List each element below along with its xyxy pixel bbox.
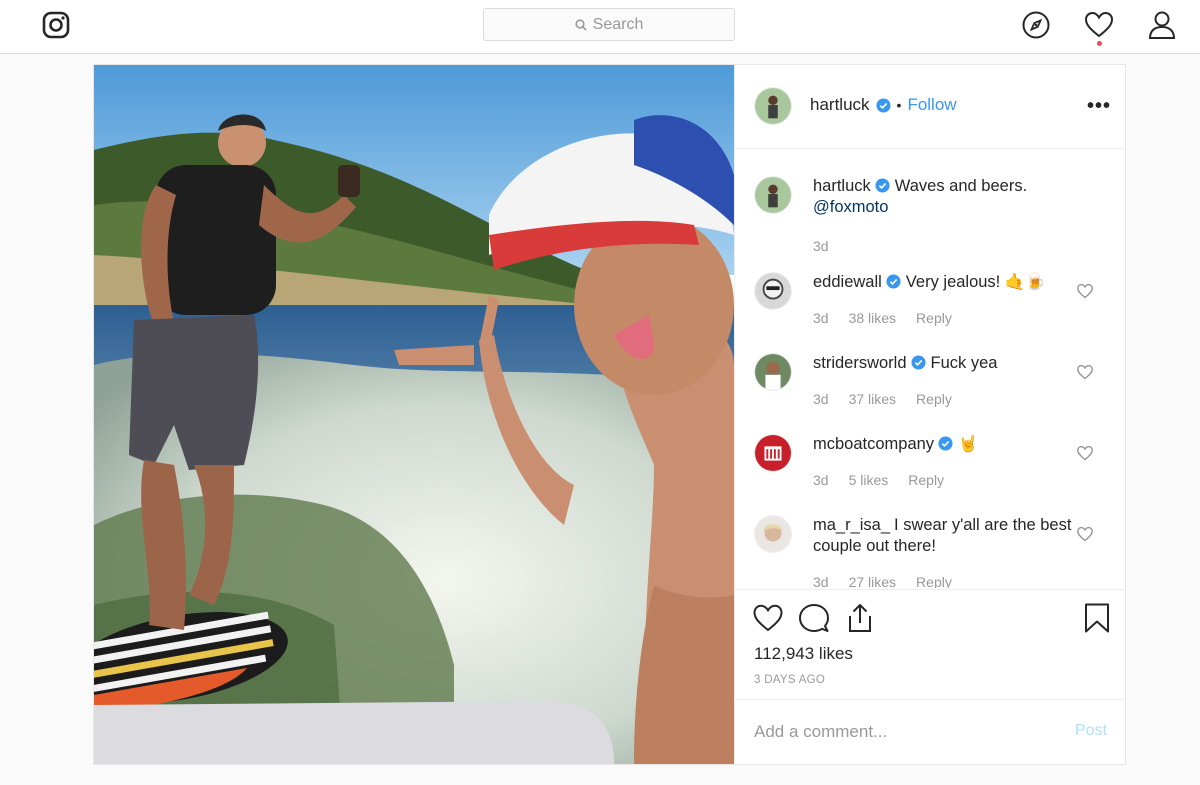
reply-button[interactable]: Reply [908, 472, 944, 488]
reply-button[interactable]: Reply [916, 574, 952, 588]
share-icon[interactable] [844, 602, 876, 634]
commenter-avatar[interactable] [754, 272, 792, 310]
top-navigation-bar: Search [0, 0, 1200, 54]
likes-count[interactable]: 112,943 likes [754, 644, 853, 664]
caption-text: hartluck Waves and beers. @foxmoto [813, 176, 1075, 218]
notification-dot [1097, 41, 1102, 46]
post-comment-button[interactable]: Post [1075, 722, 1107, 740]
comment-text: stridersworld Fuck yea [813, 353, 1075, 374]
follow-button[interactable]: Follow [907, 95, 956, 115]
like-comment-heart-icon[interactable] [1076, 444, 1094, 462]
comment-likes[interactable]: 27 likes [849, 574, 896, 588]
comment-time: 3d [813, 310, 829, 326]
verified-badge-icon [875, 178, 890, 193]
comment-body: 🤘 [958, 436, 978, 453]
separator-dot: • [896, 97, 902, 113]
comment-likes[interactable]: 38 likes [849, 310, 896, 326]
comment-username[interactable]: ma_r_isa_ [813, 516, 890, 534]
comment-likes[interactable]: 37 likes [849, 391, 896, 407]
reply-button[interactable]: Reply [916, 391, 952, 407]
comment-username[interactable]: mcboatcompany [813, 435, 934, 453]
post-header: hartluck • Follow ••• [735, 65, 1126, 149]
post-actions: 112,943 likes 3 DAYS AGO [735, 589, 1126, 699]
post-image [94, 65, 734, 764]
post-side-panel: hartluck • Follow ••• hartluck Waves and … [734, 65, 1126, 764]
author-avatar[interactable] [754, 87, 792, 125]
verified-badge-icon [911, 355, 926, 370]
author-line: hartluck • Follow [810, 95, 957, 115]
comment-time: 3d [813, 574, 829, 588]
comments-list[interactable]: hartluck Waves and beers. @foxmoto 3d edd… [735, 150, 1126, 588]
comment-meta: 3d 37 likes Reply [813, 391, 952, 407]
verified-badge-icon [938, 436, 953, 451]
comment-meta: 3d 27 likes Reply [813, 574, 952, 588]
commenter-avatar[interactable] [754, 515, 792, 553]
comment-meta: 3d 38 likes Reply [813, 310, 952, 326]
post-photo[interactable] [94, 65, 734, 764]
like-comment-heart-icon[interactable] [1076, 282, 1094, 300]
search-icon [575, 18, 587, 31]
verified-badge-icon [876, 97, 891, 113]
comment-time: 3d [813, 391, 829, 407]
verified-badge-icon [886, 274, 901, 289]
compass-icon[interactable] [1021, 10, 1051, 40]
caption-username[interactable]: hartluck [813, 177, 871, 195]
instagram-logo-icon[interactable] [42, 11, 70, 39]
comment-text: mcboatcompany 🤘 [813, 434, 1075, 455]
commenter-avatar[interactable] [754, 353, 792, 391]
add-comment-section: Post [735, 699, 1126, 764]
author-avatar[interactable] [754, 176, 792, 214]
post-card: hartluck • Follow ••• hartluck Waves and … [93, 64, 1126, 765]
more-options-icon[interactable]: ••• [1087, 95, 1111, 118]
activity-heart-icon[interactable] [1084, 10, 1114, 40]
caption-mention-link[interactable]: @foxmoto [813, 198, 888, 216]
comment-text: eddiewall Very jealous! 🤙🍺 [813, 272, 1075, 293]
comment-meta: 3d 5 likes Reply [813, 472, 944, 488]
save-bookmark-icon[interactable] [1081, 602, 1113, 634]
comment-body: Fuck yea [930, 354, 998, 372]
profile-icon[interactable] [1147, 10, 1177, 40]
caption-time: 3d [813, 238, 829, 254]
comment-text: ma_r_isa_ I swear y'all are the best coup… [813, 515, 1075, 557]
comment-likes[interactable]: 5 likes [849, 472, 889, 488]
post-timestamp: 3 DAYS AGO [754, 674, 826, 686]
commenter-avatar[interactable] [754, 434, 792, 472]
like-comment-heart-icon[interactable] [1076, 363, 1094, 381]
add-comment-input[interactable] [754, 720, 1054, 744]
comment-time: 3d [813, 472, 829, 488]
comment-username[interactable]: eddiewall [813, 273, 882, 291]
caption-body: Waves and beers. [894, 177, 1028, 195]
caption-meta: 3d [813, 238, 829, 254]
like-comment-heart-icon[interactable] [1076, 525, 1094, 543]
like-heart-icon[interactable] [752, 602, 784, 634]
author-username[interactable]: hartluck [810, 95, 870, 115]
search-input[interactable]: Search [483, 8, 735, 41]
comment-bubble-icon[interactable] [798, 602, 830, 634]
reply-button[interactable]: Reply [916, 310, 952, 326]
comment-body: Very jealous! 🤙🍺 [905, 273, 1046, 291]
search-placeholder: Search [592, 15, 644, 33]
comment-username[interactable]: stridersworld [813, 354, 907, 372]
